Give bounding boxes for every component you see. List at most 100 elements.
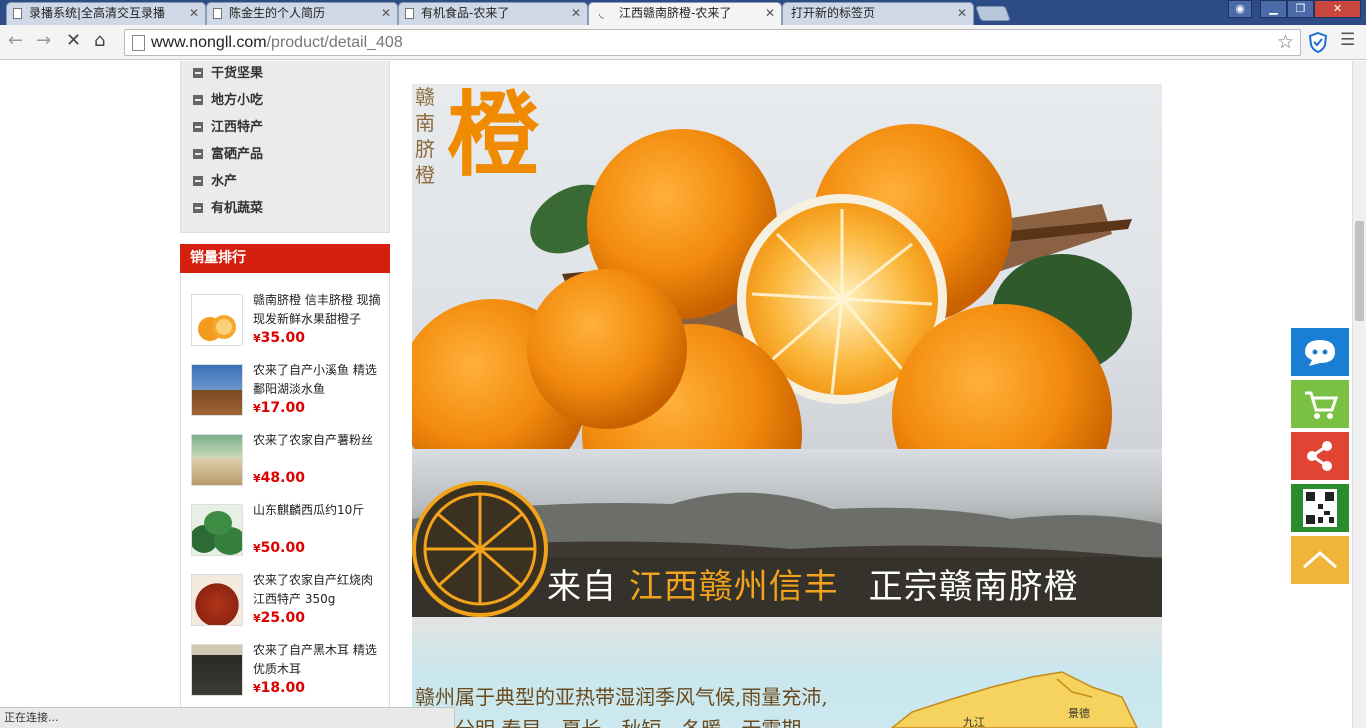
- maximize-button[interactable]: ❐: [1287, 0, 1314, 18]
- close-icon[interactable]: ✕: [571, 3, 581, 24]
- share-icon: [1307, 441, 1332, 471]
- loading-icon: ◟: [599, 6, 604, 20]
- origin-banner: 来自 江西赣州信丰 正宗赣南脐橙: [412, 449, 1162, 617]
- browser-tab-1[interactable]: 录播系统|全高清交互录播 ✕: [6, 2, 206, 25]
- chevron-up-icon: [1303, 551, 1337, 569]
- address-bar[interactable]: www.nongll.com/product/detail_408 ☆: [124, 29, 1301, 56]
- share-button[interactable]: [1291, 432, 1349, 480]
- price-value: 18.00: [260, 680, 305, 696]
- tab-title: 打开新的标签页: [791, 6, 876, 20]
- logo-big-character: 橙: [447, 84, 540, 189]
- category-item[interactable]: 江西特产: [193, 118, 263, 138]
- category-label: 地方小吃: [211, 93, 264, 108]
- category-item[interactable]: 富硒产品: [193, 145, 263, 165]
- product-thumbnail[interactable]: [191, 364, 243, 416]
- browser-status-bar: 正在连接...: [0, 707, 455, 728]
- minimize-button[interactable]: ▁: [1260, 0, 1287, 18]
- list-item[interactable]: 农来了自产小溪鱼 精选鄱阳湖淡水鱼 ¥17.00: [191, 360, 386, 426]
- product-thumbnail[interactable]: [191, 504, 243, 556]
- category-label: 干货坚果: [211, 66, 264, 81]
- logo-vertical-text: 赣南脐橙: [415, 85, 435, 187]
- product-name[interactable]: 农来了农家自产红烧肉 江西特产 350g: [253, 571, 383, 609]
- close-icon[interactable]: ✕: [189, 3, 199, 24]
- shield-icon[interactable]: [1308, 32, 1328, 53]
- page-scrollbar[interactable]: [1352, 61, 1366, 728]
- product-thumbnail[interactable]: [191, 574, 243, 626]
- close-icon[interactable]: ✕: [957, 3, 967, 24]
- browser-tab-5[interactable]: 打开新的标签页 ✕: [782, 2, 974, 25]
- forward-icon[interactable]: →: [36, 30, 51, 51]
- stop-icon[interactable]: ✕: [66, 30, 81, 51]
- back-icon[interactable]: ←: [8, 30, 23, 51]
- page-icon: [405, 8, 414, 19]
- category-label: 江西特产: [211, 120, 264, 135]
- slogan-text: 正宗赣南脐橙: [868, 567, 1079, 607]
- list-item[interactable]: 农来了自产黑木耳 精选优质木耳 ¥18.00: [191, 640, 386, 706]
- qr-code-button[interactable]: [1291, 484, 1349, 532]
- tab-title: 录播系统|全高清交互录播: [29, 6, 166, 20]
- cart-button[interactable]: [1291, 380, 1349, 428]
- product-name[interactable]: 农来了自产黑木耳 精选优质木耳: [253, 641, 383, 679]
- climate-banner: 赣州属于典型的亚热带湿润季风气候,雨量充沛, 四季分明,春早、夏长、秋短、冬暖、…: [412, 617, 1162, 728]
- cart-icon: [1305, 391, 1339, 419]
- category-label: 水产: [211, 174, 238, 189]
- product-price: ¥17.00: [253, 400, 305, 416]
- browser-tab-3[interactable]: 有机食品-农来了 ✕: [398, 2, 588, 25]
- product-thumbnail[interactable]: [191, 434, 243, 486]
- list-item[interactable]: 赣南脐橙 信丰脐橙 现摘现发新鲜水果甜橙子 ¥35.00: [191, 290, 386, 356]
- slogan-text: 来自: [547, 567, 617, 607]
- currency-symbol: ¥: [253, 332, 261, 345]
- browser-tab-4[interactable]: ◟ 江西赣南脐橙-农来了 ✕: [588, 2, 782, 26]
- product-name[interactable]: 赣南脐橙 信丰脐橙 现摘现发新鲜水果甜橙子: [253, 291, 383, 329]
- url-text[interactable]: www.nongll.com/product/detail_408: [151, 34, 403, 52]
- new-tab-button[interactable]: [975, 6, 1011, 21]
- product-thumbnail[interactable]: [191, 294, 243, 346]
- tab-title: 江西赣南脐橙-农来了: [619, 6, 732, 20]
- product-price: ¥35.00: [253, 330, 305, 346]
- close-icon[interactable]: ✕: [765, 3, 775, 24]
- collapse-icon: [193, 175, 203, 186]
- list-item[interactable]: 山东麒麟西瓜约10斤 ¥50.00: [191, 500, 386, 566]
- product-name[interactable]: 农来了自产小溪鱼 精选鄱阳湖淡水鱼: [253, 361, 383, 399]
- category-item[interactable]: 有机蔬菜: [193, 199, 263, 219]
- price-value: 48.00: [260, 470, 305, 486]
- collapse-icon: [193, 94, 203, 105]
- close-icon[interactable]: ✕: [381, 3, 391, 24]
- back-to-top-button[interactable]: [1291, 536, 1349, 584]
- currency-symbol: ¥: [253, 402, 261, 415]
- product-name[interactable]: 农来了农家自产薯粉丝: [253, 431, 383, 450]
- page-icon: [13, 8, 22, 19]
- user-icon[interactable]: ◉: [1228, 0, 1252, 18]
- origin-slogan: 来自 江西赣州信丰 正宗赣南脐橙: [547, 559, 1079, 608]
- category-label: 富硒产品: [211, 147, 264, 162]
- url-path: /product/detail_408: [266, 34, 403, 51]
- list-item[interactable]: 农来了农家自产薯粉丝 ¥48.00: [191, 430, 386, 496]
- map-label: 九江: [963, 716, 985, 728]
- browser-tab-strip: 录播系统|全高清交互录播 ✕ 陈金生的个人简历 ✕ 有机食品-农来了 ✕ ◟ 江…: [0, 0, 1366, 26]
- category-list: 干货坚果 地方小吃 江西特产 富硒产品 水产 有机蔬菜: [180, 61, 390, 233]
- chat-button[interactable]: [1291, 328, 1349, 376]
- scrollbar-thumb[interactable]: [1355, 221, 1364, 321]
- collapse-icon: [193, 148, 203, 159]
- category-item[interactable]: 地方小吃: [193, 91, 263, 111]
- page-content: 干货坚果 地方小吃 江西特产 富硒产品 水产 有机蔬菜 销量排行 赣南脐橙 信丰…: [0, 61, 1352, 728]
- map-label: 景德: [1068, 707, 1090, 720]
- close-window-button[interactable]: ✕: [1314, 0, 1361, 18]
- orange-image: [198, 315, 236, 341]
- product-price: ¥25.00: [253, 610, 305, 626]
- category-label: 有机蔬菜: [211, 201, 264, 216]
- description-line: 四季分明,春早、夏长、秋短、冬暖、无霜期: [415, 713, 828, 728]
- url-host: www.nongll.com: [151, 34, 267, 51]
- home-icon[interactable]: ⌂: [94, 30, 105, 51]
- product-banner-oranges: 赣南脐橙 橙: [412, 84, 1162, 449]
- product-thumbnail[interactable]: [191, 644, 243, 696]
- bookmark-star-icon[interactable]: ☆: [1277, 31, 1294, 53]
- category-item[interactable]: 干货坚果: [193, 64, 263, 84]
- category-item[interactable]: 水产: [193, 172, 237, 192]
- browser-tab-2[interactable]: 陈金生的个人简历 ✕: [206, 2, 398, 25]
- browser-toolbar: ← → ✕ ⌂ www.nongll.com/product/detail_40…: [0, 25, 1366, 60]
- menu-icon[interactable]: ☰: [1340, 30, 1355, 50]
- product-name[interactable]: 山东麒麟西瓜约10斤: [253, 501, 383, 520]
- list-item[interactable]: 农来了农家自产红烧肉 江西特产 350g ¥25.00: [191, 570, 386, 636]
- description-line: 赣州属于典型的亚热带湿润季风气候,雨量充沛,: [415, 685, 828, 709]
